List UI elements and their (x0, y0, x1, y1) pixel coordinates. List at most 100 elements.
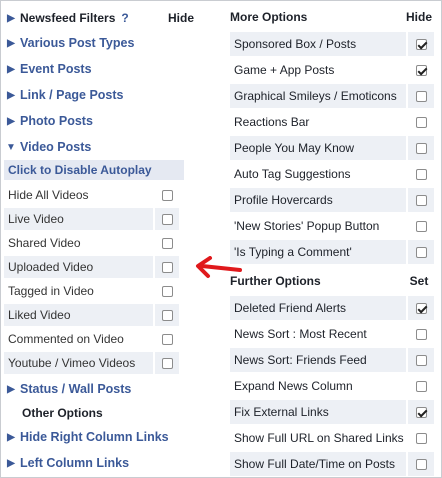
option-checkbox[interactable] (415, 246, 427, 258)
video-filter-cell (155, 352, 179, 374)
video-filter-cell (155, 328, 179, 350)
option-checkbox[interactable] (415, 432, 427, 444)
hide-checkbox[interactable] (161, 357, 173, 369)
help-icon[interactable]: ? (121, 11, 128, 25)
more-option-label: People You May Know (230, 136, 406, 160)
more-option-label: Reactions Bar (234, 115, 310, 129)
triangle-right-icon: ▶ (7, 37, 15, 49)
option-checkbox[interactable] (415, 302, 427, 314)
section-event-posts[interactable]: ▶ Event Posts (4, 56, 224, 82)
hide-column-header: Hide (406, 10, 433, 24)
triangle-right-icon: ▶ (7, 115, 15, 127)
further-option-row: Deleted Friend Alerts (230, 296, 440, 320)
further-option-label: Deleted Friend Alerts (230, 296, 406, 320)
option-checkbox[interactable] (415, 116, 427, 128)
video-filter-label: Youtube / Vimeo Videos (4, 352, 153, 374)
more-option-row: Graphical Smileys / Emoticons (230, 84, 440, 108)
more-option-cell (408, 214, 434, 238)
video-filter-cell (155, 232, 179, 254)
further-option-cell (408, 452, 434, 476)
further-option-cell (408, 426, 434, 450)
more-option-cell (408, 136, 434, 160)
triangle-right-icon: ▶ (7, 89, 15, 101)
triangle-right-icon: ▶ (7, 63, 15, 75)
video-filter-list: Hide All Videos Live Video Shared Video Upl… (4, 184, 224, 374)
further-option-row: Expand News Column (230, 374, 440, 398)
video-filter-label: Uploaded Video (4, 256, 153, 278)
video-filter-row: Shared Video (4, 232, 224, 254)
video-filter-cell (155, 304, 179, 326)
option-checkbox[interactable] (415, 354, 427, 366)
hide-checkbox[interactable] (161, 189, 173, 201)
more-option-cell (408, 84, 434, 108)
video-filter-label: Live Video (4, 208, 153, 230)
video-filter-row: Commented on Video (4, 328, 224, 350)
hide-checkbox[interactable] (161, 213, 173, 225)
section-photo-posts[interactable]: ▶ Photo Posts (4, 108, 224, 134)
video-filter-row: Liked Video (4, 304, 224, 326)
option-checkbox[interactable] (415, 142, 427, 154)
option-checkbox[interactable] (415, 406, 427, 418)
more-options-title: More Options (230, 10, 308, 24)
further-option-label: News Sort : Most Recent (234, 327, 367, 341)
further-option-cell (408, 348, 434, 372)
option-checkbox[interactable] (415, 458, 427, 470)
option-checkbox[interactable] (415, 328, 427, 340)
further-option-cell (408, 400, 434, 424)
hide-checkbox[interactable] (161, 309, 173, 321)
option-checkbox[interactable] (415, 64, 427, 76)
hide-checkbox[interactable] (161, 285, 173, 297)
more-option-label: Profile Hovercards (230, 188, 406, 212)
more-option-row: Sponsored Box / Posts (230, 32, 440, 56)
video-filter-cell (155, 256, 179, 278)
further-option-label: News Sort: Friends Feed (230, 348, 406, 372)
video-filter-cell (155, 208, 179, 230)
more-option-row: 'New Stories' Popup Button (230, 214, 440, 238)
section-various-post-types[interactable]: ▶ Various Post Types (4, 30, 224, 56)
option-checkbox[interactable] (415, 168, 427, 180)
video-filter-row: Hide All Videos (4, 184, 224, 206)
newsfeed-filters-title: Newsfeed Filters (20, 11, 116, 25)
video-filter-row: Tagged in Video (4, 280, 224, 302)
video-filter-label: Tagged in Video (4, 280, 153, 302)
hide-checkbox[interactable] (161, 261, 173, 273)
section-hide-right-column-links[interactable]: ▶ Hide Right Column Links (4, 424, 224, 450)
triangle-right-icon: ▶ (7, 12, 15, 24)
further-option-row: News Sort : Most Recent (230, 322, 440, 346)
video-filter-cell (155, 280, 179, 302)
further-options-title: Further Options (230, 274, 321, 288)
section-link-page-posts[interactable]: ▶ Link / Page Posts (4, 82, 224, 108)
further-option-row: Show Full Date/Time on Posts (230, 452, 440, 476)
section-video-posts[interactable]: ▼ Video Posts (4, 134, 224, 160)
option-checkbox[interactable] (415, 220, 427, 232)
section-status-wall-posts[interactable]: ▶ Status / Wall Posts (4, 376, 224, 402)
option-checkbox[interactable] (415, 194, 427, 206)
further-option-row: Show Full URL on Shared Links (230, 426, 440, 450)
more-option-row: Auto Tag Suggestions (230, 162, 440, 186)
further-option-label: Expand News Column (234, 379, 353, 393)
newsfeed-filters-column: ▶ Newsfeed Filters ? Hide ▶ Various Post … (4, 6, 224, 476)
option-checkbox[interactable] (415, 38, 427, 50)
option-checkbox[interactable] (415, 380, 427, 392)
more-option-label: Game + App Posts (234, 63, 335, 77)
more-option-label: Graphical Smileys / Emoticons (230, 84, 406, 108)
newsfeed-filters-header: ▶ Newsfeed Filters ? Hide (4, 6, 224, 30)
hide-checkbox[interactable] (161, 333, 173, 345)
option-checkbox[interactable] (415, 90, 427, 102)
section-left-column-links[interactable]: ▶ Left Column Links (4, 450, 224, 476)
video-filter-label: Hide All Videos (4, 184, 153, 206)
more-option-row: Game + App Posts (230, 58, 440, 82)
more-option-cell (408, 240, 434, 264)
further-options-header: Further Options Set (230, 270, 440, 292)
video-filter-row: Uploaded Video (4, 256, 224, 278)
further-option-row: News Sort: Friends Feed (230, 348, 440, 372)
more-option-label: 'New Stories' Popup Button (234, 219, 380, 233)
video-filter-label: Shared Video (4, 232, 153, 254)
video-filter-row: Live Video (4, 208, 224, 230)
more-options-list: Sponsored Box / Posts Game + App Posts Gra… (230, 32, 440, 264)
further-option-cell (408, 296, 434, 320)
other-options-label: Other Options (22, 406, 103, 420)
further-option-cell (408, 374, 434, 398)
disable-autoplay-button[interactable]: Click to Disable Autoplay (4, 160, 184, 180)
hide-checkbox[interactable] (161, 237, 173, 249)
